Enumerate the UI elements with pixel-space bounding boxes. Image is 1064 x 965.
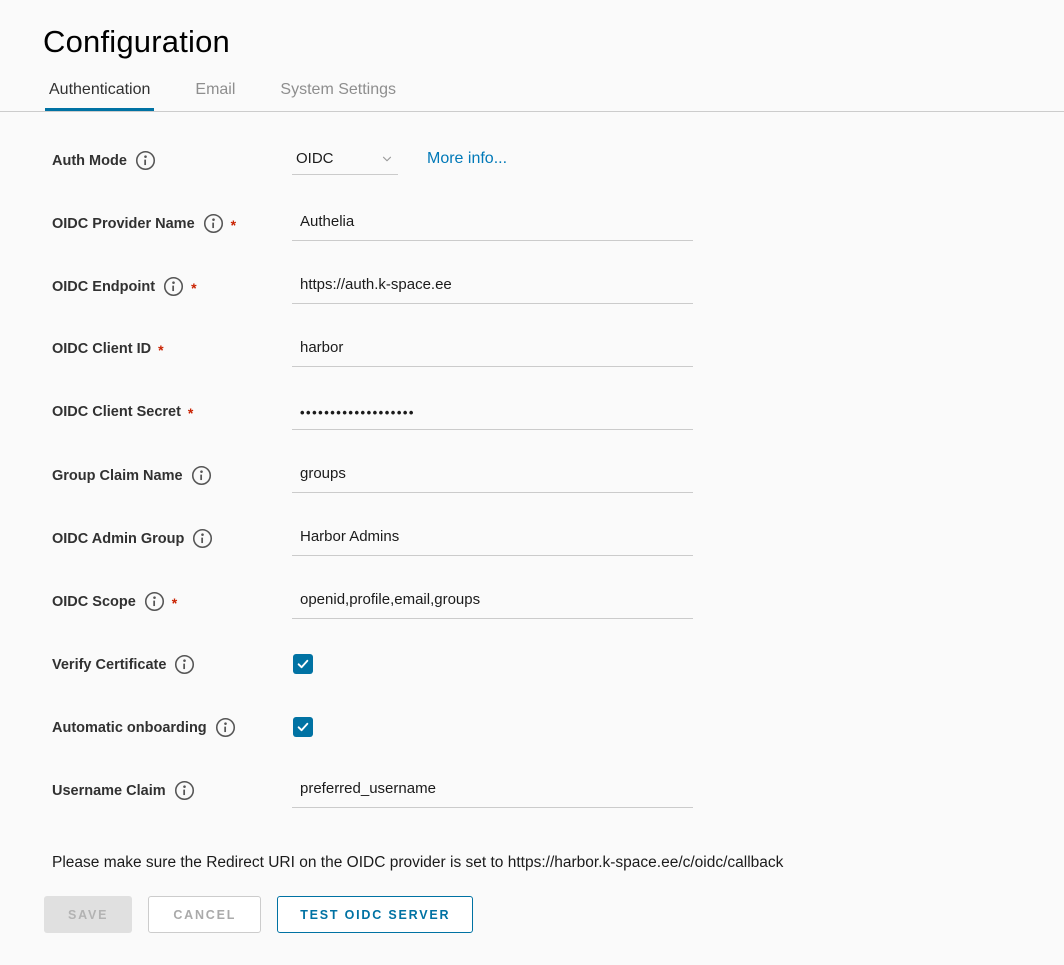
automatic-onboarding-label: Automatic onboarding (52, 720, 207, 736)
auth-mode-select[interactable]: OIDC (292, 148, 398, 175)
action-buttons: SAVE CANCEL TEST OIDC SERVER (0, 872, 1064, 933)
oidc-admin-group-input[interactable]: Harbor Admins (292, 526, 693, 556)
oidc-scope-input[interactable]: openid,profile,email,groups (292, 589, 693, 619)
tab-authentication[interactable]: Authentication (45, 81, 154, 111)
test-oidc-server-button[interactable]: TEST OIDC SERVER (277, 896, 473, 933)
tab-system-settings[interactable]: System Settings (276, 81, 400, 111)
info-icon[interactable] (203, 213, 224, 234)
configuration-page: Configuration Authentication Email Syste… (0, 0, 1064, 933)
oidc-scope-row: OIDC Scope * openid,profile,email,groups (52, 589, 1064, 652)
oidc-admin-group-label: OIDC Admin Group (52, 531, 184, 547)
chevron-down-icon (380, 152, 394, 166)
oidc-client-id-row: OIDC Client ID * harbor (52, 337, 1064, 400)
authentication-form: Auth Mode OIDC More info... OIDC Provide… (0, 112, 1064, 841)
oidc-provider-name-row: OIDC Provider Name * Authelia (52, 211, 1064, 274)
username-claim-label: Username Claim (52, 783, 166, 799)
tab-email[interactable]: Email (191, 81, 239, 111)
automatic-onboarding-row: Automatic onboarding (52, 715, 1064, 778)
page-title: Configuration (0, 0, 1064, 60)
info-icon[interactable] (163, 276, 184, 297)
checkmark-icon (296, 720, 310, 734)
group-claim-name-row: Group Claim Name groups (52, 463, 1064, 526)
auth-mode-label: Auth Mode (52, 153, 127, 169)
auth-mode-row: Auth Mode OIDC More info... (52, 148, 1064, 211)
required-marker: * (172, 592, 177, 611)
username-claim-row: Username Claim preferred_username (52, 778, 1064, 841)
auth-mode-selected-value: OIDC (296, 150, 334, 167)
verify-certificate-label: Verify Certificate (52, 657, 166, 673)
group-claim-name-label: Group Claim Name (52, 468, 183, 484)
oidc-client-secret-row: OIDC Client Secret * ••••••••••••••••••• (52, 400, 1064, 463)
info-icon[interactable] (135, 150, 156, 171)
oidc-admin-group-row: OIDC Admin Group Harbor Admins (52, 526, 1064, 589)
oidc-provider-name-label: OIDC Provider Name (52, 216, 195, 232)
username-claim-input[interactable]: preferred_username (292, 778, 693, 808)
oidc-client-secret-label: OIDC Client Secret (52, 404, 181, 420)
required-marker: * (188, 402, 193, 421)
save-button[interactable]: SAVE (44, 896, 132, 933)
info-icon[interactable] (215, 717, 236, 738)
oidc-endpoint-row: OIDC Endpoint * https://auth.k-space.ee (52, 274, 1064, 337)
verify-certificate-row: Verify Certificate (52, 652, 1064, 715)
oidc-endpoint-input[interactable]: https://auth.k-space.ee (292, 274, 693, 304)
required-marker: * (158, 339, 163, 358)
group-claim-name-input[interactable]: groups (292, 463, 693, 493)
checkmark-icon (296, 657, 310, 671)
oidc-scope-label: OIDC Scope (52, 594, 136, 610)
info-icon[interactable] (144, 591, 165, 612)
oidc-provider-name-input[interactable]: Authelia (292, 211, 693, 241)
verify-certificate-checkbox[interactable] (293, 654, 313, 674)
info-icon[interactable] (174, 654, 195, 675)
oidc-endpoint-label: OIDC Endpoint (52, 279, 155, 295)
info-icon[interactable] (192, 528, 213, 549)
oidc-client-id-input[interactable]: harbor (292, 337, 693, 367)
redirect-uri-note: Please make sure the Redirect URI on the… (0, 841, 1064, 872)
info-icon[interactable] (191, 465, 212, 486)
required-marker: * (231, 214, 236, 233)
required-marker: * (191, 277, 196, 296)
tab-bar: Authentication Email System Settings (0, 81, 1064, 112)
automatic-onboarding-checkbox[interactable] (293, 717, 313, 737)
oidc-client-id-label: OIDC Client ID (52, 341, 151, 357)
oidc-client-secret-input[interactable]: ••••••••••••••••••• (292, 400, 693, 430)
cancel-button[interactable]: CANCEL (148, 896, 261, 933)
info-icon[interactable] (174, 780, 195, 801)
more-info-link[interactable]: More info... (427, 148, 507, 168)
